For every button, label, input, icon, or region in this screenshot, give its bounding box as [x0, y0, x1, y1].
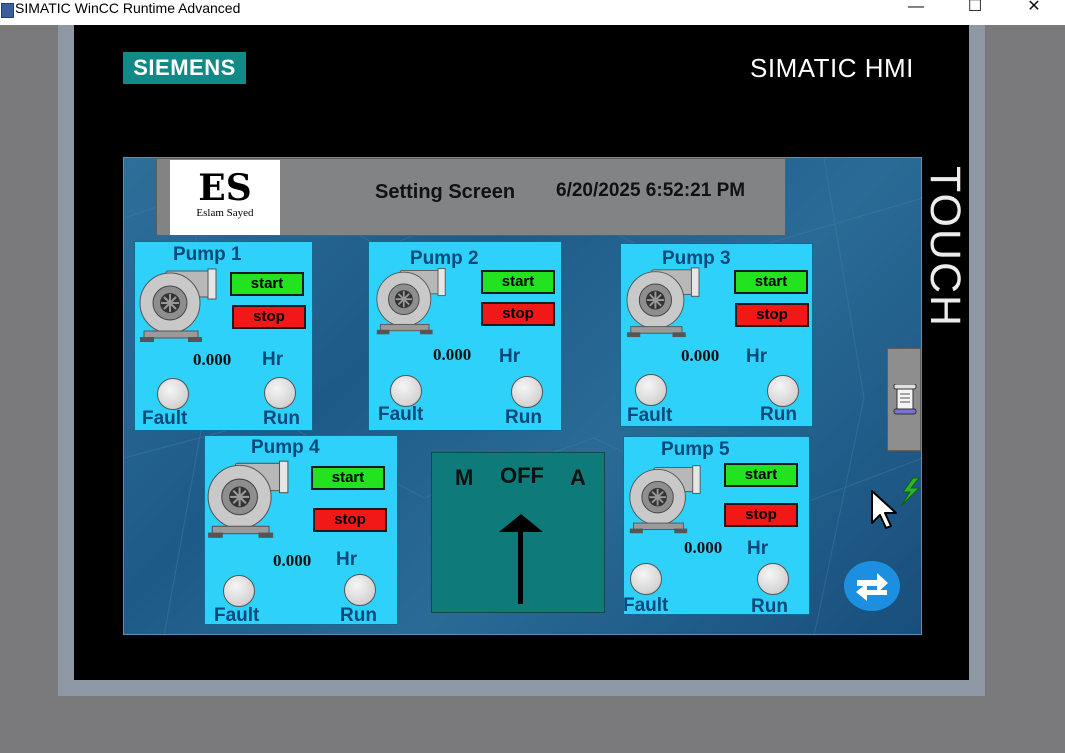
pump-3-stop-button[interactable]: stop — [735, 303, 809, 327]
app-icon — [1, 3, 14, 18]
pump-3-start-button[interactable]: start — [734, 270, 808, 294]
datetime-display: 6/20/2025 6:52:21 PM — [556, 180, 746, 201]
pump-5-fault-lamp — [630, 563, 662, 595]
pump-4-fault-lamp — [223, 575, 255, 607]
selector-arrow-icon — [499, 514, 543, 604]
window-titlebar: SIMATIC WinCC Runtime Advanced — ☐ ✕ — [0, 0, 1065, 25]
pump-5-hours-value: 0.000 — [684, 538, 723, 557]
pump-3-run-label: Run — [760, 404, 797, 425]
pump-2-fault-lamp — [390, 375, 422, 407]
pump-1-fault-lamp — [157, 378, 189, 410]
lightning-icon — [900, 477, 921, 507]
pump-5-hours-unit: Hr — [747, 538, 769, 559]
side-menu-button[interactable] — [887, 348, 921, 451]
pump-motor-icon — [139, 268, 217, 342]
screen-swap-button[interactable] — [844, 561, 900, 611]
pump-title: Pump 5 — [661, 439, 730, 460]
pump-3-run-lamp — [767, 375, 799, 407]
pump-3-fault-lamp — [635, 374, 667, 406]
pump-1-run-lamp — [264, 377, 296, 409]
pump-title: Pump 4 — [251, 437, 320, 458]
pump-motor-icon — [207, 460, 289, 538]
pump-motor-icon — [376, 268, 446, 335]
pump-1-hours-unit: Hr — [262, 349, 284, 370]
mode-manual-label: M — [455, 465, 474, 490]
pump-4-run-label: Run — [340, 605, 377, 626]
maximize-button[interactable]: ☐ — [960, 0, 990, 18]
mode-auto-label: A — [570, 465, 586, 490]
pump-2-start-button[interactable]: start — [481, 270, 555, 294]
pump-2-run-lamp — [511, 376, 543, 408]
pump-1-run-label: Run — [263, 408, 300, 429]
pump-2-hours-unit: Hr — [499, 346, 521, 367]
minimize-button[interactable]: — — [901, 0, 931, 18]
pump-2-hours-value: 0.000 — [433, 345, 472, 364]
pump-5-start-button[interactable]: start — [724, 463, 798, 487]
pump-4-hours-value: 0.000 — [273, 551, 312, 570]
pump-5-run-lamp — [757, 563, 789, 595]
mode-off-label: OFF — [500, 463, 544, 488]
device-model-label: SIMATIC HMI — [750, 53, 914, 83]
swap-arrows-icon — [856, 573, 888, 601]
pump-2-run-label: Run — [505, 407, 542, 428]
pump-4-stop-button[interactable]: stop — [313, 508, 387, 532]
logo-name: Eslam Sayed — [196, 207, 254, 219]
company-logo: ES Eslam Sayed — [170, 160, 280, 235]
mouse-cursor-icon — [871, 490, 897, 529]
pump-2-stop-button[interactable]: stop — [481, 302, 555, 326]
pump-title: Pump 1 — [173, 244, 242, 265]
pump-1-stop-button[interactable]: stop — [232, 305, 306, 329]
pump-5-run-label: Run — [751, 596, 788, 617]
window-title: SIMATIC WinCC Runtime Advanced — [15, 0, 241, 16]
pump-motor-icon — [629, 465, 701, 534]
pump-4-run-lamp — [344, 574, 376, 606]
scroll-icon — [893, 384, 917, 415]
close-button[interactable]: ✕ — [1019, 0, 1049, 18]
logo-letters: ES — [198, 167, 252, 209]
siemens-logo: SIEMENS — [123, 52, 246, 84]
pump-3-fault-label: Fault — [627, 405, 673, 426]
pump-4-fault-label: Fault — [214, 605, 260, 626]
touch-label: TOUCH — [921, 166, 969, 329]
pump-3-hours-value: 0.000 — [681, 346, 720, 365]
pump-1-start-button[interactable]: start — [230, 272, 304, 296]
pump-4-hours-unit: Hr — [336, 549, 358, 570]
pump-3-hours-unit: Hr — [746, 346, 768, 367]
pump-4-start-button[interactable]: start — [311, 466, 385, 490]
pump-1-hours-value: 0.000 — [193, 350, 232, 369]
pump-5-stop-button[interactable]: stop — [724, 503, 798, 527]
pump-1-fault-label: Fault — [142, 408, 188, 429]
pump-2-fault-label: Fault — [378, 404, 424, 425]
screen-title: Setting Screen — [375, 181, 516, 203]
pump-5-fault-label: Fault — [623, 595, 669, 616]
pump-motor-icon — [626, 267, 700, 338]
